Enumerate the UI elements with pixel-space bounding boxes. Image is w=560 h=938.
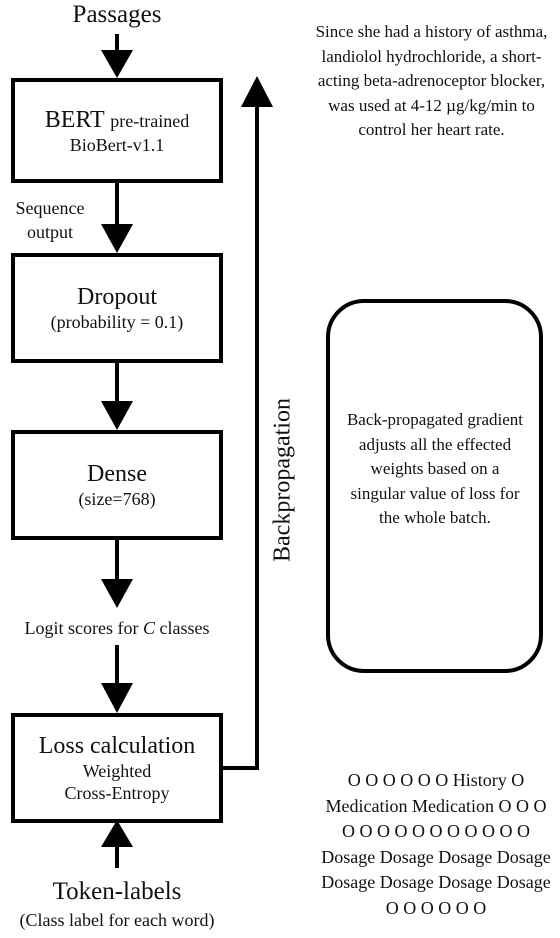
bert-title: BERT pre-trained	[45, 106, 189, 134]
example-passage: Since she had a history of asthma, landi…	[315, 22, 548, 139]
arrow-tokens-to-loss	[101, 820, 133, 868]
sequence-output-line-1: Sequence	[15, 198, 85, 218]
arrow-dense-to-logit	[101, 538, 133, 608]
bert-title-suffix: pre-trained	[110, 110, 190, 131]
arrow-bert-to-dropout	[101, 181, 133, 253]
logit-suffix: classes	[155, 618, 210, 638]
dropout-box: Dropout (probability = 0.1)	[11, 253, 223, 363]
dense-subtitle: (size=768)	[78, 489, 156, 509]
loss-box: Loss calculation Weighted Cross-Entropy	[11, 713, 223, 823]
dropout-title: Dropout	[77, 284, 157, 310]
backpropagation-label: Backpropagation	[269, 398, 296, 562]
token-labels-title: Token-labels	[52, 878, 182, 905]
dropout-subtitle: (probability = 0.1)	[50, 312, 184, 332]
loss-title: Loss calculation	[38, 733, 196, 759]
bert-title-text: BERT	[44, 106, 105, 133]
example-labels: O O O O O O History O Medication Medicat…	[321, 770, 551, 918]
bert-subtitle: BioBert-v1.1	[69, 134, 165, 155]
token-labels-subtitle: (Class label for each word)	[19, 910, 215, 930]
arrow-passages-to-bert	[101, 34, 133, 78]
bert-box: BERT pre-trained BioBert-v1.1	[11, 78, 223, 183]
passages-label: Passages	[72, 1, 162, 28]
arrow-logit-to-loss	[101, 645, 133, 713]
token-labels: Token-labels (Class label for each word)	[0, 876, 234, 932]
dense-title: Dense	[87, 461, 147, 487]
loss-line-2: Cross-Entropy	[64, 783, 170, 803]
arrow-dropout-to-dense	[101, 360, 133, 430]
dense-box: Dense (size=768)	[11, 430, 223, 540]
sequence-output-line-2: output	[26, 222, 73, 242]
logit-scores-label: Logit scores for C classes	[0, 616, 234, 640]
backprop-note: Back-propagated gradient adjusts all the…	[346, 410, 524, 527]
backpropagation-arrow	[223, 76, 273, 770]
logit-prefix: Logit scores for	[24, 618, 143, 638]
logit-var: C	[142, 618, 155, 638]
loss-line-1: Weighted	[82, 761, 152, 781]
sequence-output-label: Sequence output	[5, 196, 95, 244]
